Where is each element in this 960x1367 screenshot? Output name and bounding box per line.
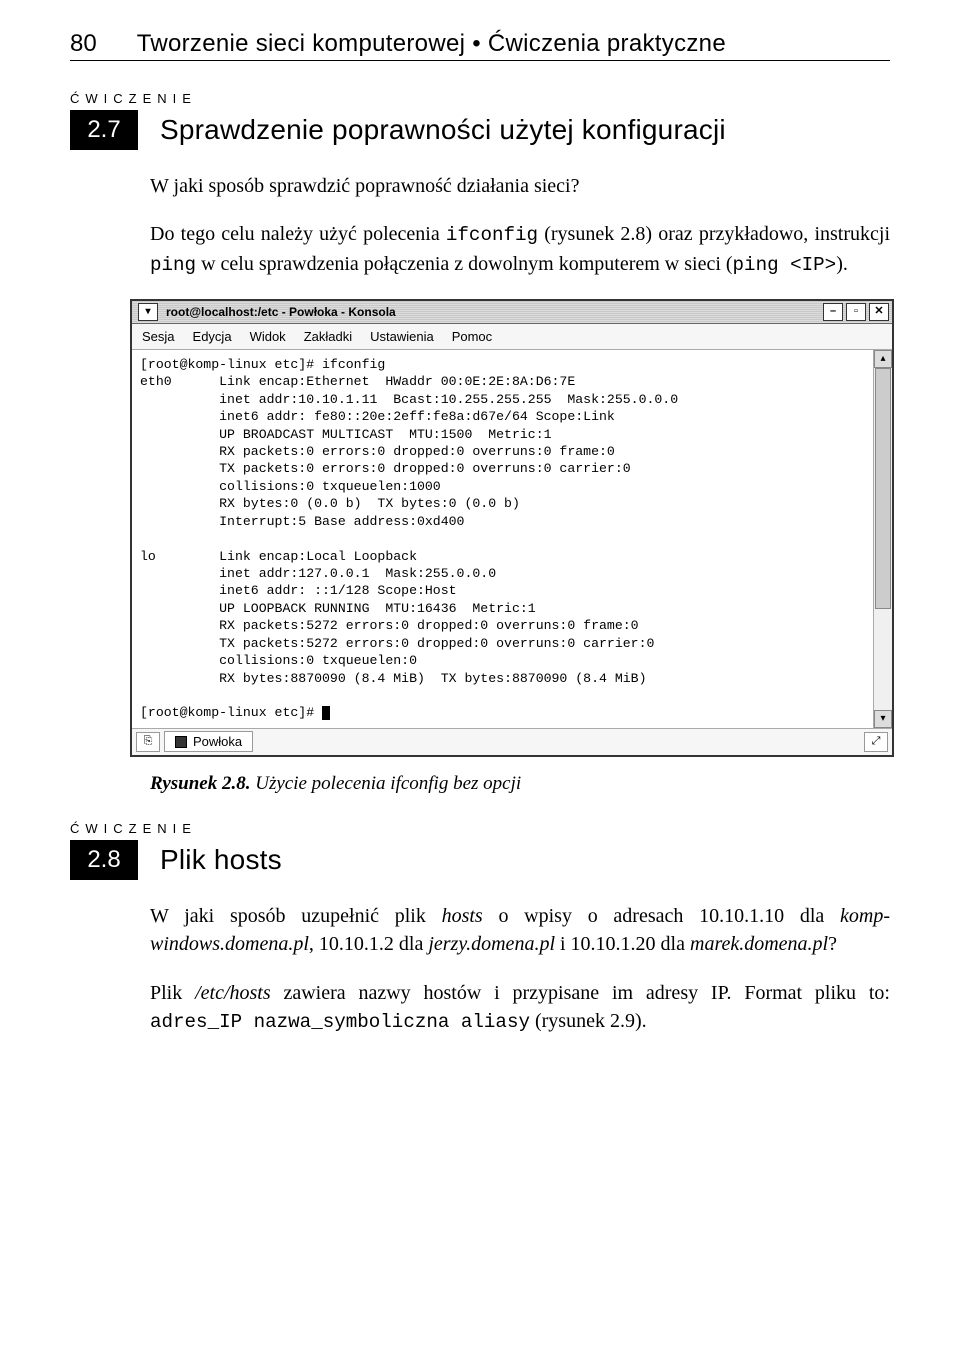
terminal-line: RX packets:5272 errors:0 dropped:0 overr… (140, 618, 639, 633)
konsole-window: ▾ root@localhost:/etc - Powłoka - Konsol… (130, 299, 894, 757)
close-button[interactable]: ✕ (869, 303, 889, 321)
scroll-track[interactable] (874, 368, 892, 710)
menu-item[interactable]: Ustawienia (370, 329, 434, 344)
terminal-line: TX packets:5272 errors:0 dropped:0 overr… (140, 636, 654, 651)
terminal-line: TX packets:0 errors:0 dropped:0 overruns… (140, 461, 631, 476)
terminal-line: inet addr:127.0.0.1 Mask:255.0.0.0 (140, 566, 496, 581)
exercise-title: Sprawdzenie poprawności użytej konfigura… (160, 114, 726, 146)
scroll-down-button[interactable]: ▾ (874, 710, 892, 728)
terminal-line: [root@komp-linux etc]# (140, 705, 322, 720)
text-run: i 10.10.1.20 dla (555, 933, 690, 955)
menubar: Sesja Edycja Widok Zakładki Ustawienia P… (132, 324, 892, 350)
code-inline: ping (150, 254, 196, 276)
text-run: zawiera nazwy hostów i przypisane im adr… (271, 982, 890, 1004)
page-number: 80 (70, 30, 97, 58)
tab-label: Powłoka (193, 734, 242, 749)
terminal-output[interactable]: [root@komp-linux etc]# ifconfig eth0 Lin… (132, 350, 873, 728)
menu-item[interactable]: Widok (250, 329, 286, 344)
paragraph: Plik /etc/hosts zawiera nazwy hostów i p… (150, 979, 890, 1037)
exercise-label: ĆWICZENIE (70, 821, 890, 836)
terminal-line: RX bytes:8870090 (8.4 MiB) TX bytes:8870… (140, 671, 646, 686)
text-run: , 10.10.1.2 dla (309, 933, 428, 955)
terminal-line: inet addr:10.10.1.11 Bcast:10.255.255.25… (140, 392, 678, 407)
terminal-line: eth0 Link encap:Ethernet HWaddr 00:0E:2E… (140, 374, 575, 389)
terminal-line: UP BROADCAST MULTICAST MTU:1500 Metric:1 (140, 427, 552, 442)
terminal-line: inet6 addr: fe80::20e:2eff:fe8a:d67e/64 … (140, 409, 615, 424)
code-inline: adres_IP nazwa_symboliczna aliasy (150, 1011, 530, 1033)
session-tab[interactable]: Powłoka (164, 731, 253, 752)
text-run: (rysunek 2.9). (530, 1010, 647, 1032)
terminal-line: collisions:0 txqueuelen:0 (140, 653, 417, 668)
italic-run: jerzy.domena.pl (428, 933, 555, 955)
paragraph: Do tego celu należy użyć polecenia ifcon… (150, 220, 890, 279)
scroll-thumb[interactable] (875, 368, 891, 609)
resize-grip-icon[interactable]: ⤢ (864, 732, 888, 752)
window-menu-icon[interactable]: ▾ (138, 303, 158, 321)
exercise-label: ĆWICZENIE (70, 91, 890, 106)
italic-run: marek.domena.pl (690, 933, 828, 955)
text-run: (rysunek 2.8) oraz przykładowo, instrukc… (538, 223, 890, 245)
minimize-button[interactable]: – (823, 303, 843, 321)
exercise-number-badge: 2.7 (70, 110, 138, 150)
menu-item[interactable]: Zakładki (304, 329, 352, 344)
tab-icon (175, 736, 187, 748)
text-run: w celu sprawdzenia połączenia z dowolnym… (196, 253, 732, 275)
italic-run: /etc/hosts (195, 982, 271, 1004)
menu-item[interactable]: Edycja (193, 329, 232, 344)
caption-text: Użycie polecenia ifconfig bez opcji (250, 773, 521, 794)
scroll-up-button[interactable]: ▴ (874, 350, 892, 368)
terminal-line: Interrupt:5 Base address:0xd400 (140, 514, 464, 529)
paragraph: W jaki sposób sprawdzić poprawność dział… (150, 172, 890, 200)
statusbar: ⎘ Powłoka ⤢ (132, 728, 892, 755)
terminal-line: collisions:0 txqueuelen:1000 (140, 479, 441, 494)
caption-label: Rysunek 2.8. (150, 773, 250, 794)
text-run: Plik (150, 982, 195, 1004)
window-titlebar[interactable]: ▾ root@localhost:/etc - Powłoka - Konsol… (132, 301, 892, 324)
text-run: W jaki sposób uzupełnić plik (150, 905, 442, 927)
text-run: ? (828, 933, 837, 955)
text-run: Do tego celu należy użyć polecenia (150, 223, 446, 245)
window-body: [root@komp-linux etc]# ifconfig eth0 Lin… (132, 350, 892, 728)
menu-item[interactable]: Pomoc (452, 329, 492, 344)
terminal-line: lo Link encap:Local Loopback (140, 549, 417, 564)
cursor-icon (322, 706, 330, 720)
terminal-line: RX bytes:0 (0.0 b) TX bytes:0 (0.0 b) (140, 496, 520, 511)
figure: ▾ root@localhost:/etc - Powłoka - Konsol… (130, 299, 890, 757)
menu-item[interactable]: Sesja (142, 329, 175, 344)
page-header: 80 Tworzenie sieci komputerowej • Ćwicze… (70, 30, 890, 61)
window-title: root@localhost:/etc - Powłoka - Konsola (164, 305, 398, 319)
terminal-line: UP LOOPBACK RUNNING MTU:16436 Metric:1 (140, 601, 536, 616)
exercise-heading: 2.8 Plik hosts (70, 840, 890, 880)
italic-run: hosts (442, 905, 483, 927)
terminal-line: RX packets:0 errors:0 dropped:0 overruns… (140, 444, 615, 459)
terminal-line: [root@komp-linux etc]# ifconfig (140, 357, 385, 372)
paragraph: W jaki sposób uzupełnić plik hosts o wpi… (150, 902, 890, 959)
text-run: o wpisy o adresach 10.10.1.10 dla (483, 905, 840, 927)
scrollbar[interactable]: ▴ ▾ (873, 350, 892, 728)
maximize-button[interactable]: ▫ (846, 303, 866, 321)
terminal-line: inet6 addr: ::1/128 Scope:Host (140, 583, 457, 598)
header-title: Tworzenie sieci komputerowej • Ćwiczenia… (137, 30, 726, 58)
exercise-title: Plik hosts (160, 844, 282, 876)
figure-caption: Rysunek 2.8. Użycie polecenia ifconfig b… (150, 773, 890, 795)
code-inline: ping <IP> (733, 254, 837, 276)
exercise-number-badge: 2.8 (70, 840, 138, 880)
exercise-heading: 2.7 Sprawdzenie poprawności użytej konfi… (70, 110, 890, 150)
new-tab-icon[interactable]: ⎘ (136, 732, 160, 752)
code-inline: ifconfig (446, 224, 538, 246)
text-run: ). (836, 253, 848, 275)
